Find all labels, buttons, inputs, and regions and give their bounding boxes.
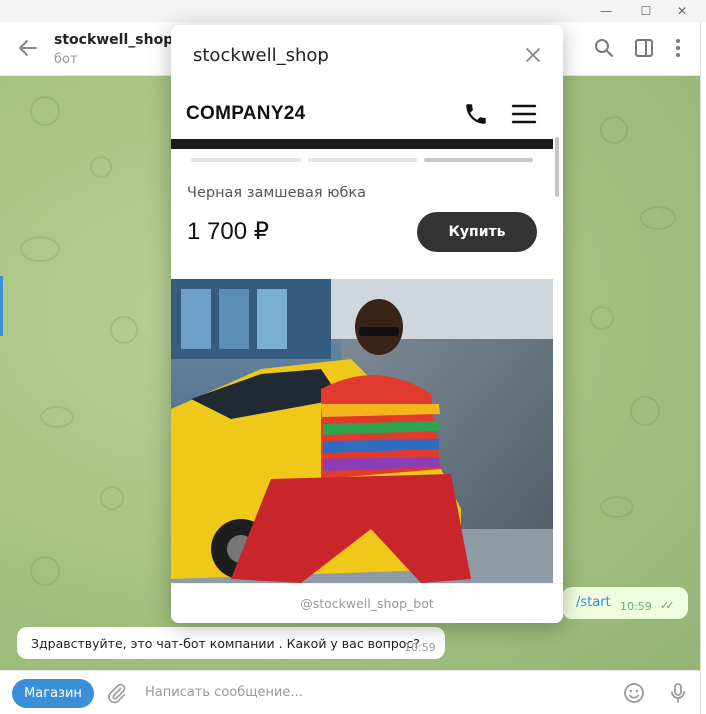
read-check-icon: ✓✓ <box>660 599 675 612</box>
back-arrow-icon[interactable] <box>16 36 40 60</box>
background-doodle <box>40 406 74 428</box>
carousel-dot[interactable] <box>191 158 301 162</box>
background-doodle <box>590 306 614 330</box>
minimize-button[interactable]: — <box>586 0 626 22</box>
side-panel-edge <box>700 22 706 714</box>
window-titlebar: — ☐ ✕ <box>0 0 706 22</box>
chat-title[interactable]: stockwell_shop <box>54 32 173 48</box>
hamburger-menu-icon[interactable] <box>511 101 537 127</box>
close-window-icon: ✕ <box>676 4 688 18</box>
message-text: Здравствуйте, это чат-бот компании . Как… <box>31 636 420 651</box>
message-time: 10:59 <box>620 600 652 613</box>
search-icon[interactable] <box>592 36 616 60</box>
close-icon[interactable] <box>523 45 543 65</box>
carousel-dot[interactable] <box>308 158 417 162</box>
product-name: Черная замшевая юбка <box>187 185 367 201</box>
more-vertical-icon[interactable] <box>666 36 690 60</box>
outgoing-message[interactable]: /start 10:59 ✓✓ <box>562 587 688 619</box>
background-doodle <box>30 96 60 126</box>
background-doodle <box>600 116 628 144</box>
unread-indicator <box>0 276 3 336</box>
product-photo[interactable] <box>171 279 553 583</box>
maximize-button[interactable]: ☐ <box>626 0 666 22</box>
webapp-popup: stockwell_shop COMPANY24 Черная замшевая… <box>171 25 563 623</box>
close-window-button[interactable]: ✕ <box>662 0 702 22</box>
sidebar-toggle-icon[interactable] <box>632 36 656 60</box>
background-doodle <box>600 496 634 518</box>
carousel-dot-active[interactable] <box>424 158 533 162</box>
popup-footer: @stockwell_shop_bot <box>171 583 563 623</box>
menu-button[interactable]: Магазин <box>12 679 94 708</box>
carousel-indicator <box>191 158 533 162</box>
minimize-icon: — <box>600 4 612 18</box>
background-doodle <box>20 236 60 262</box>
message-text[interactable]: /start <box>576 595 611 610</box>
fashion-photo-image <box>171 279 553 583</box>
background-doodle <box>90 156 112 178</box>
emoji-icon[interactable] <box>622 681 646 705</box>
background-doodle <box>630 396 660 426</box>
background-doodle <box>640 206 676 230</box>
attach-icon[interactable] <box>106 682 128 704</box>
buy-button[interactable]: Купить <box>417 212 537 252</box>
microphone-icon[interactable] <box>666 681 690 705</box>
message-time: 10:59 <box>404 641 436 654</box>
popup-scrollbar[interactable] <box>555 137 559 197</box>
message-input[interactable]: Написать сообщение... <box>145 685 303 700</box>
background-doodle <box>110 316 138 344</box>
incoming-message[interactable]: Здравствуйте, это чат-бот компании . Как… <box>17 627 445 659</box>
maximize-icon: ☐ <box>640 4 652 18</box>
message-composer: Магазин Написать сообщение... <box>0 670 700 714</box>
bot-username[interactable]: @stockwell_shop_bot <box>171 596 563 611</box>
background-doodle <box>30 556 60 586</box>
background-doodle <box>100 486 124 510</box>
product-image-top <box>171 139 553 149</box>
phone-icon[interactable] <box>463 101 489 127</box>
popup-title: stockwell_shop <box>193 45 329 66</box>
product-price: 1 700 ₽ <box>187 218 269 245</box>
chat-subtitle: бот <box>54 52 78 67</box>
brand-logo[interactable]: COMPANY24 <box>186 103 306 125</box>
